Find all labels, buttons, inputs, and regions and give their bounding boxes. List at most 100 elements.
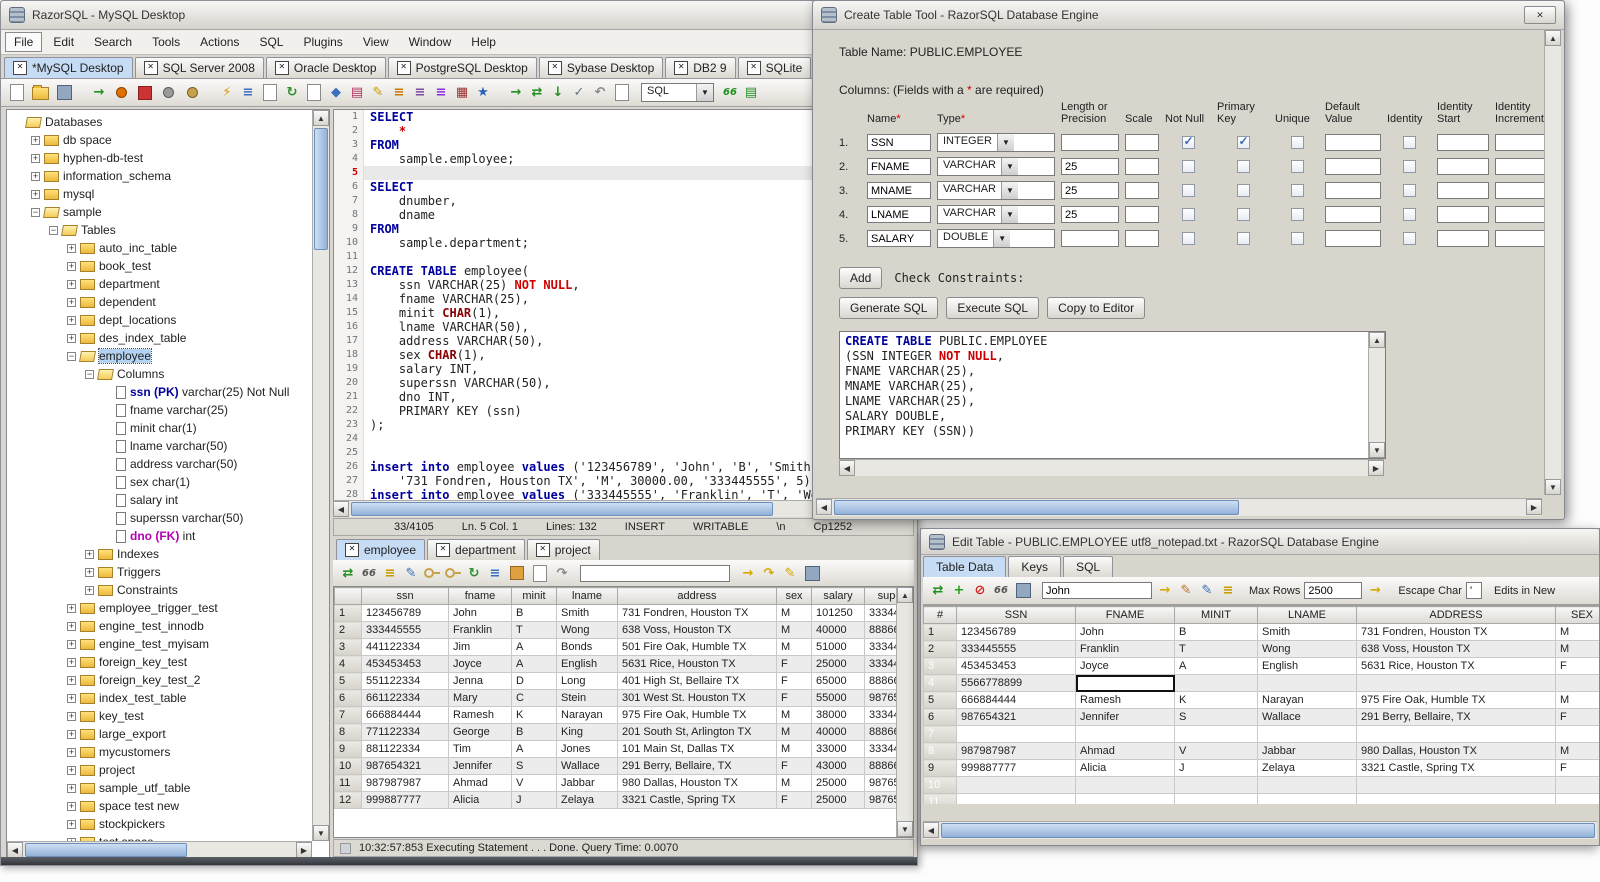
cell[interactable]: Joyce <box>1075 657 1175 675</box>
row-number[interactable]: 11 <box>334 774 362 792</box>
refresh-grid-icon[interactable]: ⇄ <box>929 582 947 600</box>
outdent-sql-icon[interactable]: ≡ <box>411 84 429 102</box>
expander-plus-icon[interactable]: + <box>67 333 76 343</box>
scale-input[interactable] <box>1125 134 1159 151</box>
column-type-dropdown[interactable]: VARCHAR ▼ <box>937 157 1055 176</box>
cell[interactable]: Stein <box>556 689 618 707</box>
close-icon[interactable]: ✕ <box>1524 6 1556 24</box>
cell[interactable]: 731 Fondren, Houston TX <box>617 604 777 622</box>
preview-horizontal-scrollbar[interactable]: ◀ ▶ <box>839 459 1384 476</box>
row-marker-gray[interactable]: 5 <box>923 691 957 709</box>
cell[interactable]: Narayan <box>556 706 618 724</box>
reload-grid-icon[interactable]: ↻ <box>465 564 483 582</box>
identity-start-input[interactable] <box>1437 158 1489 175</box>
fetch-next-icon[interactable]: ↓ <box>549 84 567 102</box>
scroll-right-icon[interactable]: ▶ <box>1368 460 1384 476</box>
connection-tab-sql-server-2008[interactable]: ✕ SQL Server 2008 <box>134 57 264 78</box>
cell[interactable]: 980 Dallas, Houston TX <box>1356 742 1556 760</box>
tree-item-project[interactable]: + project <box>7 761 312 779</box>
copy-icon[interactable] <box>533 564 547 582</box>
cell[interactable]: 101 Main St, Dallas TX <box>617 740 777 758</box>
cell[interactable]: English <box>1257 657 1357 675</box>
primary-key-checkbox[interactable] <box>1236 160 1250 173</box>
expander-plus-icon[interactable]: + <box>31 135 40 145</box>
menu-search[interactable]: Search <box>85 32 141 52</box>
menu-file[interactable]: File <box>5 32 43 52</box>
tree-item-test-space[interactable]: +test space <box>7 833 312 841</box>
comment-sql-icon[interactable]: ≡ <box>432 84 450 102</box>
cell[interactable]: 25000 <box>811 655 865 673</box>
file-search-icon[interactable] <box>263 84 277 101</box>
cell[interactable]: 123456789 <box>361 604 449 622</box>
expander-plus-icon[interactable]: + <box>31 171 40 181</box>
primary-key-checkbox[interactable] <box>1236 232 1250 245</box>
scroll-left-icon[interactable]: ◀ <box>7 842 23 858</box>
cell[interactable] <box>1075 776 1175 794</box>
not-null-checkbox[interactable] <box>1181 134 1195 149</box>
cell[interactable]: Joyce <box>448 655 512 673</box>
cell[interactable]: 333445555 <box>956 640 1076 658</box>
tree-item-mysql[interactable]: + mysql <box>7 185 312 203</box>
connection-props-icon[interactable] <box>163 87 174 98</box>
cell[interactable]: King <box>556 723 618 741</box>
row-marker-red[interactable]: 3 <box>923 657 957 675</box>
column-name-input[interactable] <box>867 182 931 199</box>
cell[interactable]: 40000 <box>811 621 865 639</box>
cell[interactable]: 975 Fire Oak, Humble TX <box>617 706 777 724</box>
tab-close-icon[interactable]: ✕ <box>274 61 289 75</box>
tree-item-ssn-pk[interactable]: ssn (PK) varchar(25) Not Null <box>7 383 312 401</box>
table-view-icon[interactable]: ▦ <box>453 84 471 102</box>
default-value-input[interactable] <box>1325 134 1381 151</box>
scroll-up-icon[interactable]: ▲ <box>313 110 329 126</box>
cell[interactable]: M <box>776 621 812 639</box>
identity-start-input[interactable] <box>1437 230 1489 247</box>
scrollbar-track[interactable] <box>313 126 329 825</box>
tree-horizontal-scrollbar[interactable]: ◀ ▶ <box>7 841 312 858</box>
row-number[interactable]: 1 <box>334 604 362 622</box>
cell[interactable]: M <box>1555 640 1599 658</box>
copy-to-editor-button[interactable]: Copy to Editor <box>1047 297 1146 319</box>
cell[interactable]: 771122334 <box>361 723 449 741</box>
row-number[interactable]: 10 <box>334 757 362 775</box>
column-header-[interactable]: # <box>923 606 957 624</box>
describe-table-icon[interactable]: ◆ <box>327 84 345 102</box>
cell[interactable]: 5631 Rice, Houston TX <box>1356 657 1556 675</box>
not-null-checkbox[interactable] <box>1181 232 1195 245</box>
column-type-dropdown[interactable]: DOUBLE ▼ <box>937 229 1055 248</box>
cell[interactable]: S <box>511 757 557 775</box>
tree-item-columns[interactable]: − Columns <box>7 365 312 383</box>
reload-file-icon[interactable]: ↻ <box>283 84 301 102</box>
cell[interactable]: 25000 <box>811 791 865 809</box>
row-number[interactable]: 3 <box>334 638 362 656</box>
scroll-down-icon[interactable]: ▼ <box>897 821 913 837</box>
row-marker-gray[interactable]: 1 <box>923 623 957 641</box>
cell[interactable]: K <box>1174 691 1258 709</box>
send-to-editor-icon[interactable]: ↷ <box>760 564 778 582</box>
cell[interactable]: 291 Berry, Bellaire, TX <box>617 757 777 775</box>
edit-tab-sql[interactable]: SQL <box>1063 556 1114 577</box>
go-icon[interactable]: → <box>507 84 525 102</box>
cell[interactable]: 33000 <box>811 740 865 758</box>
default-value-input[interactable] <box>1325 158 1381 175</box>
expander-plus-icon[interactable]: + <box>67 639 76 649</box>
export-icon[interactable]: ↷ <box>553 564 571 582</box>
cell[interactable]: Wallace <box>556 757 618 775</box>
column-name-input[interactable] <box>867 206 931 223</box>
scroll-up-icon[interactable]: ▲ <box>1369 332 1385 348</box>
list-icon[interactable]: ≡ <box>486 564 504 582</box>
expander-plus-icon[interactable]: + <box>67 675 76 685</box>
cell[interactable]: 333445555 <box>361 621 449 639</box>
cell[interactable]: 975 Fire Oak, Humble TX <box>1356 691 1556 709</box>
cell[interactable]: M <box>1555 691 1599 709</box>
paste-icon[interactable] <box>307 84 321 101</box>
cell[interactable]: K <box>511 706 557 724</box>
expander-minus-icon[interactable]: − <box>49 225 58 235</box>
tab-close-icon[interactable]: ✕ <box>396 61 411 75</box>
cell[interactable]: Jennifer <box>448 757 512 775</box>
cell[interactable]: T <box>511 621 557 639</box>
tree-item-superssn-varchar-50[interactable]: superssn varchar(50) <box>7 509 312 527</box>
cell[interactable]: A <box>1174 657 1258 675</box>
menu-view[interactable]: View <box>354 32 398 52</box>
cell[interactable]: 5631 Rice, Houston TX <box>617 655 777 673</box>
cell[interactable]: Wallace <box>1257 708 1357 726</box>
